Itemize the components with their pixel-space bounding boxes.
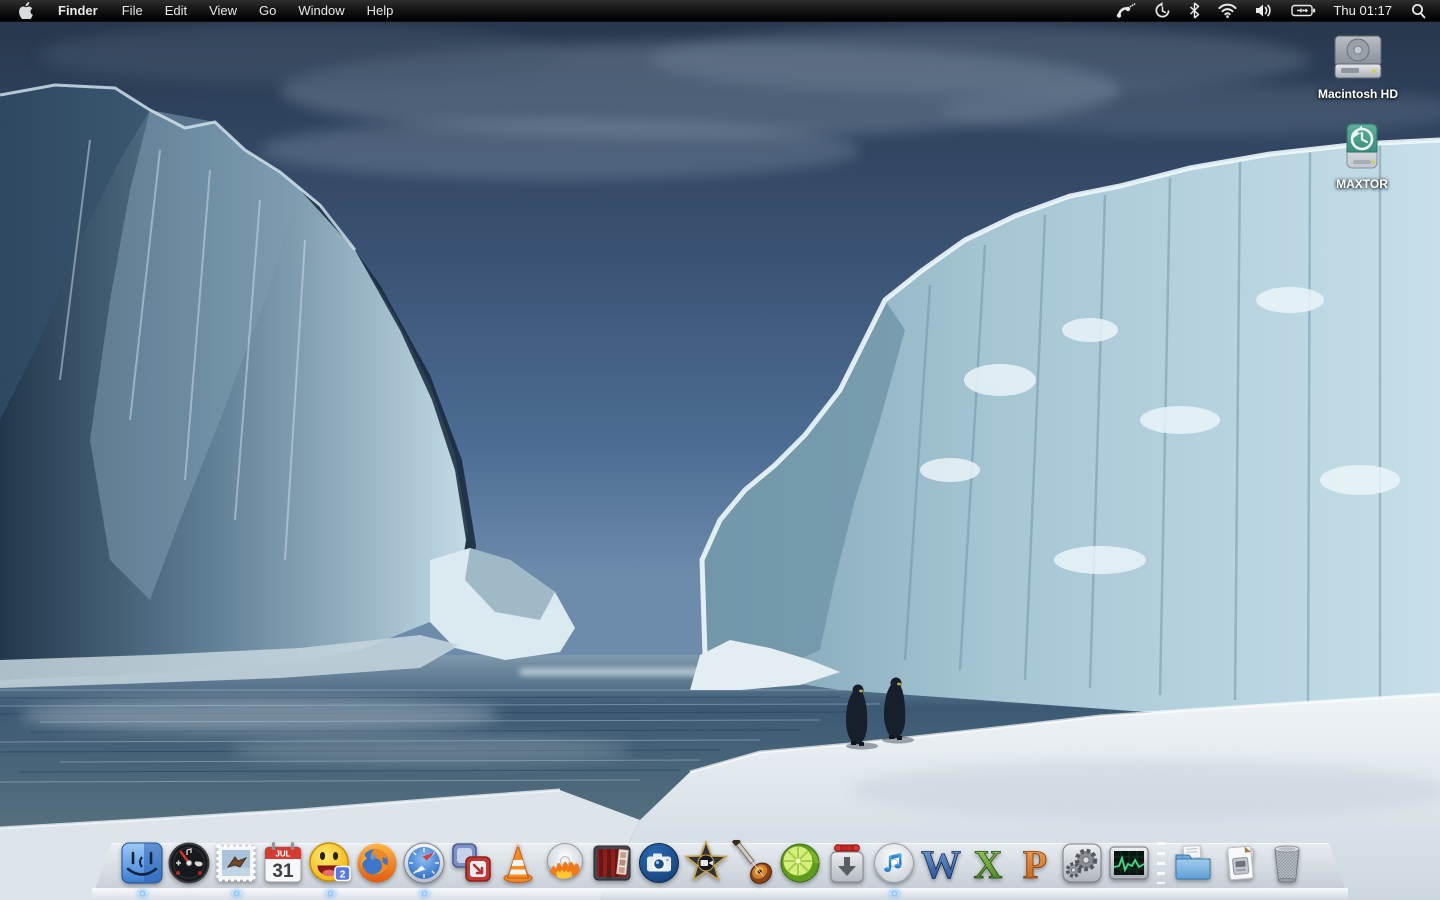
- dock-microsoft-powerpoint[interactable]: P: [1012, 840, 1058, 886]
- dock-safari[interactable]: [401, 840, 447, 896]
- spotlight-search-icon: [1412, 3, 1426, 18]
- calendar-month: JUL: [275, 850, 290, 859]
- wifi-icon: [1218, 3, 1237, 18]
- dock-photo-booth[interactable]: [589, 840, 635, 886]
- mail-stamp-icon: [216, 844, 256, 882]
- dock-transmission[interactable]: [824, 840, 870, 886]
- word-letter: W: [921, 842, 961, 886]
- itunes-icon: [874, 843, 914, 883]
- phone-icon: [1117, 2, 1136, 18]
- time-machine-drive-icon: [1346, 123, 1378, 169]
- menu-item-go[interactable]: Go: [248, 0, 287, 21]
- safari-compass-icon: [403, 842, 445, 884]
- apple-logo-icon: [19, 2, 33, 19]
- dock-downloads-stack[interactable]: [1217, 840, 1263, 886]
- hard-drive-icon: [1334, 35, 1382, 79]
- menu-item-edit[interactable]: Edit: [154, 0, 198, 21]
- yahoo-smiley-icon: 2: [309, 842, 351, 882]
- menu-item-window[interactable]: Window: [287, 0, 355, 21]
- menu-item-finder[interactable]: Finder: [45, 0, 111, 21]
- stack-drive-document-icon: [1227, 845, 1255, 881]
- volume-label: MAXTOR: [1336, 177, 1388, 191]
- bluetooth-menu[interactable]: [1180, 0, 1209, 21]
- menu-item-view[interactable]: View: [198, 0, 248, 21]
- dock-documents-folder[interactable]: [1170, 840, 1216, 886]
- vmware-fusion-icon: [452, 843, 491, 882]
- imovie-star-icon: [683, 840, 729, 882]
- volume-label: Macintosh HD: [1317, 87, 1398, 101]
- apple-menu[interactable]: [0, 0, 45, 21]
- time-machine-menu[interactable]: [1145, 0, 1180, 21]
- battery-menu[interactable]: [1282, 0, 1325, 21]
- finder-icon: [121, 842, 163, 884]
- calendar-day: 31: [272, 861, 294, 882]
- menu-bar: Finder File Edit View Go Window Help Thu…: [0, 0, 1440, 22]
- word-w-icon: W: [921, 842, 962, 886]
- dock-limewire[interactable]: [777, 840, 823, 886]
- powerpoint-p-icon: P: [1022, 842, 1047, 886]
- dock-microsoft-word[interactable]: W: [918, 840, 964, 886]
- wallpaper-iceberg-scene: [0, 0, 1440, 900]
- volume-icon: [1256, 4, 1272, 17]
- camera-icon: [639, 843, 679, 883]
- dock-itunes[interactable]: [871, 840, 917, 896]
- activity-monitor-icon: [1109, 846, 1149, 880]
- dock: JUL 31 2 W X P: [0, 828, 1440, 900]
- dock-yahoo-messenger[interactable]: 2: [307, 840, 353, 896]
- dock-separator: [1153, 840, 1169, 886]
- trash-basket-icon: [1274, 845, 1300, 883]
- dock-camera-app[interactable]: [636, 840, 682, 886]
- system-preferences-gears-icon: [1062, 843, 1102, 883]
- burn-disc-icon: [547, 843, 583, 879]
- dock-microsoft-excel[interactable]: X: [965, 840, 1011, 886]
- dock-shelf-front: [92, 888, 1348, 900]
- transmission-icon: [830, 844, 864, 883]
- calendar-icon: JUL 31: [264, 842, 302, 883]
- desktop-volume-maxtor[interactable]: MAXTOR: [1302, 122, 1422, 191]
- dock-trash[interactable]: [1264, 840, 1310, 886]
- dock-garageband[interactable]: [730, 840, 776, 886]
- dock-system-preferences[interactable]: [1059, 840, 1105, 886]
- dashboard-icon: [168, 842, 210, 884]
- dock-vlc[interactable]: [495, 840, 541, 886]
- firefox-icon: [357, 843, 397, 883]
- dock-activity-monitor[interactable]: [1106, 840, 1152, 886]
- menu-clock[interactable]: Thu 01:17: [1325, 3, 1402, 18]
- folder-icon: [1175, 844, 1211, 880]
- excel-letter: X: [974, 842, 1003, 886]
- vlc-cone-icon: [503, 843, 533, 883]
- dock-vmware-fusion[interactable]: [448, 840, 494, 886]
- time-machine-icon: [1155, 2, 1170, 18]
- dock-finder[interactable]: [119, 840, 165, 896]
- lime-icon: [780, 843, 820, 883]
- dock-dashboard[interactable]: [166, 840, 212, 886]
- dock-imovie[interactable]: [683, 840, 729, 886]
- battery-charging-icon: [1291, 4, 1316, 17]
- menu-item-file[interactable]: File: [111, 0, 154, 21]
- powerpoint-letter: P: [1023, 842, 1047, 886]
- phone-status-menu[interactable]: [1107, 0, 1145, 21]
- dock-ical[interactable]: JUL 31: [260, 840, 306, 886]
- spotlight-menu[interactable]: [1402, 0, 1440, 21]
- menu-item-help[interactable]: Help: [356, 0, 405, 21]
- unread-badge: 2: [340, 869, 346, 881]
- bluetooth-icon: [1190, 2, 1200, 19]
- dock-burn[interactable]: [542, 840, 588, 886]
- guitar-icon: [732, 840, 772, 884]
- excel-x-icon: X: [973, 842, 1003, 886]
- volume-menu[interactable]: [1246, 0, 1282, 21]
- desktop: Finder File Edit View Go Window Help Thu…: [0, 0, 1440, 900]
- dock-mail[interactable]: [213, 840, 259, 896]
- desktop-volume-macintosh-hd[interactable]: Macintosh HD: [1298, 32, 1418, 101]
- dock-firefox[interactable]: [354, 840, 400, 886]
- photo-booth-icon: [593, 845, 631, 881]
- wifi-menu[interactable]: [1209, 0, 1246, 21]
